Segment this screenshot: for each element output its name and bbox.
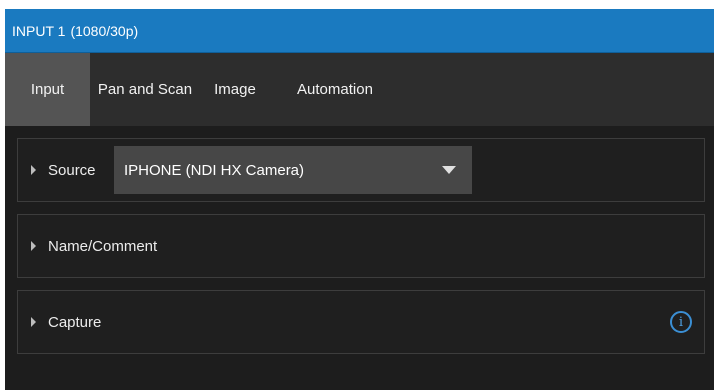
video-format: (1080/30p) bbox=[70, 22, 139, 39]
capture-label: Capture bbox=[48, 313, 102, 331]
info-icon[interactable]: i bbox=[670, 311, 692, 333]
disclosure-triangle-icon[interactable] bbox=[31, 317, 36, 327]
source-panel: Source IPHONE (NDI HX Camera) bbox=[17, 138, 705, 202]
disclosure-triangle-icon[interactable] bbox=[31, 165, 36, 175]
source-dropdown[interactable]: IPHONE (NDI HX Camera) bbox=[114, 146, 472, 194]
chevron-down-icon[interactable] bbox=[442, 166, 456, 174]
input-config-window: INPUT 1 (1080/30p) Input Pan and Scan Im… bbox=[5, 9, 714, 390]
disclosure-triangle-icon[interactable] bbox=[31, 241, 36, 251]
source-selected-value: IPHONE (NDI HX Camera) bbox=[124, 161, 305, 179]
tab-automation[interactable]: Automation bbox=[270, 53, 400, 126]
source-label: Source bbox=[48, 161, 96, 179]
tab-image[interactable]: Image bbox=[200, 53, 270, 126]
name-comment-panel[interactable]: Name/Comment bbox=[17, 214, 705, 278]
tab-bar: Input Pan and Scan Image Automation bbox=[5, 53, 714, 126]
tab-pan-and-scan[interactable]: Pan and Scan bbox=[90, 53, 200, 126]
tab-input[interactable]: Input bbox=[5, 53, 90, 126]
window-title: INPUT 1 bbox=[12, 22, 66, 39]
name-comment-label: Name/Comment bbox=[48, 237, 158, 255]
tab-content: Source IPHONE (NDI HX Camera) Name/Comme… bbox=[5, 126, 714, 390]
capture-panel[interactable]: Capture i bbox=[17, 290, 705, 354]
title-bar: INPUT 1 (1080/30p) bbox=[5, 9, 714, 53]
